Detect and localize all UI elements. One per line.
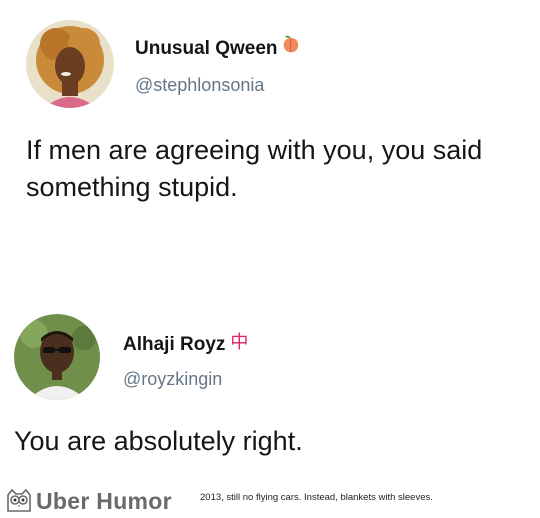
tweet-text: You are absolutely right. <box>14 426 303 456</box>
tweet-reply: Alhaji Royz 中 @royzkingin You are absolut… <box>0 300 540 480</box>
footer-caption: 2013, still no flying cars. Instead, bla… <box>200 492 433 503</box>
avatar[interactable] <box>14 314 100 400</box>
name-badge-glyph: 中 <box>230 332 249 352</box>
display-name[interactable]: Alhaji Royz 中 <box>123 330 248 356</box>
avatar[interactable] <box>26 20 114 108</box>
peach-icon <box>281 34 301 60</box>
avatar-woman-icon <box>26 20 114 108</box>
footer-watermark: Uber Humor 2013, still no flying cars. I… <box>0 482 540 518</box>
display-name-text: Unusual Qween <box>135 38 278 60</box>
handle[interactable]: @stephlonsonia <box>135 75 264 96</box>
handle[interactable]: @royzkingin <box>123 369 222 390</box>
avatar-man-icon <box>14 314 100 400</box>
display-name-text: Alhaji Royz <box>123 334 226 355</box>
tweet-text: If men are agreeing with you, you said s… <box>26 135 483 202</box>
display-name[interactable]: Unusual Qween <box>135 34 301 62</box>
owl-logo-icon <box>4 485 34 515</box>
footer-brand: Uber Humor <box>36 488 172 514</box>
tweet-original: Unusual Qween @stephlonsonia If men are … <box>0 0 540 300</box>
